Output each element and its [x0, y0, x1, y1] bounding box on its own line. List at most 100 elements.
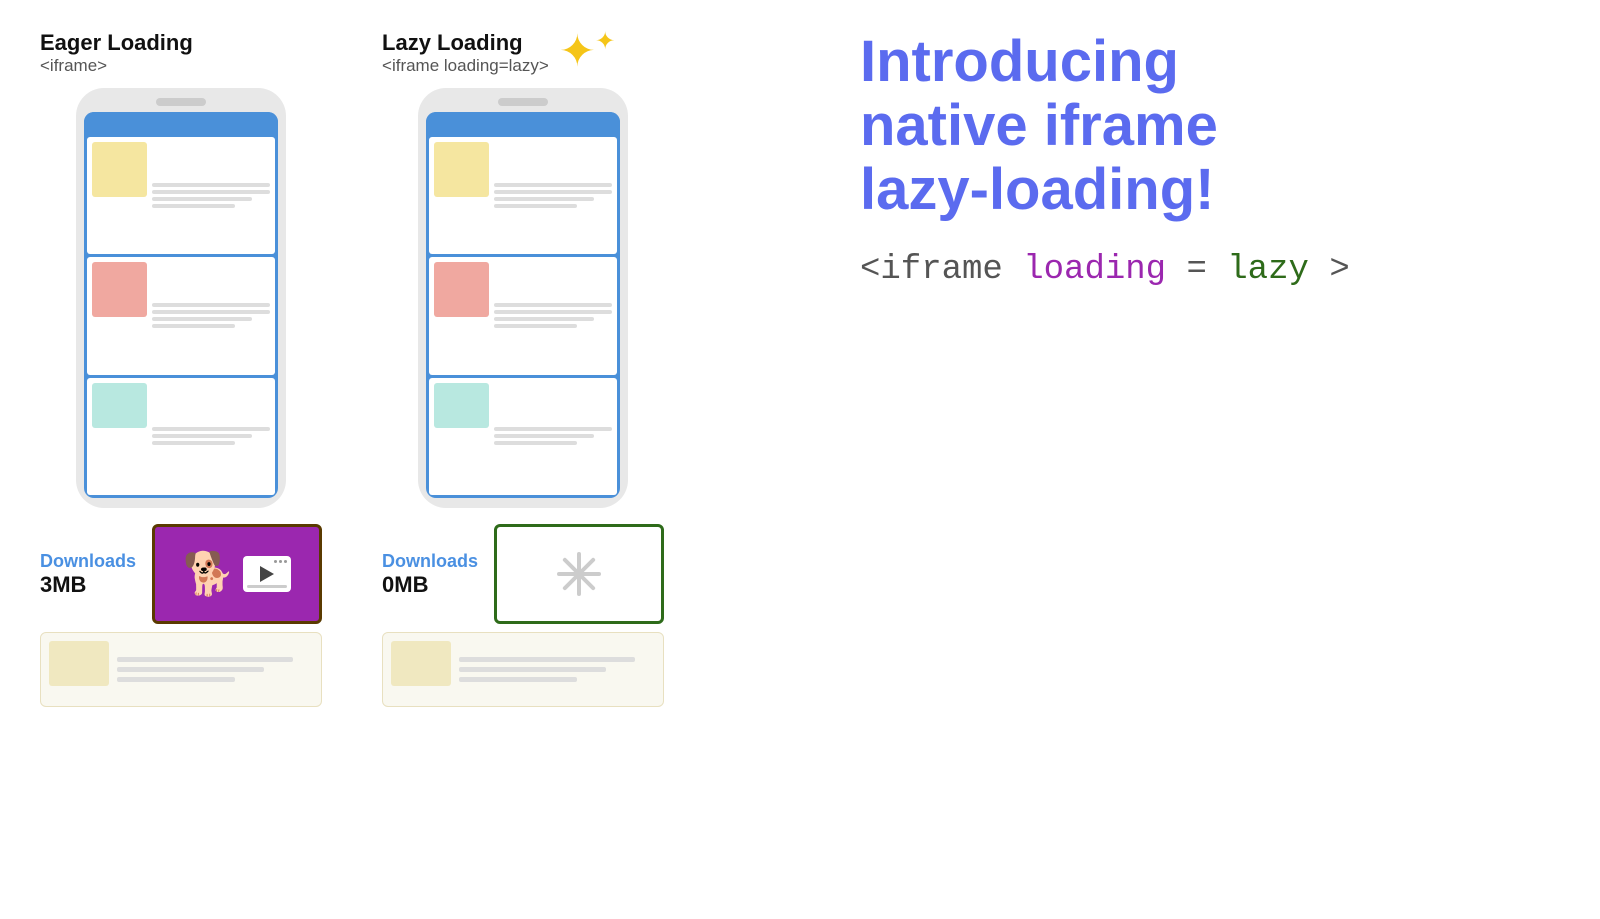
text-line [494, 197, 594, 201]
text-line [494, 183, 612, 187]
text-line [494, 324, 577, 328]
lazy-below-yellow-block [391, 641, 451, 686]
video-box [243, 556, 291, 592]
eager-column: Eager Loading <iframe> [40, 30, 322, 707]
phone-screen [84, 112, 278, 498]
eager-iframe-preview: 🐕 [152, 524, 322, 624]
teal-block-1 [92, 383, 147, 428]
left-section: Eager Loading <iframe> [40, 30, 800, 707]
sparkle-small-icon: ✦ [595, 30, 615, 54]
video-dots [274, 560, 287, 563]
lazy-header-row: Lazy Loading <iframe loading=lazy> ✦ ✦ [382, 30, 664, 76]
eager-downloads-label: Downloads [40, 551, 136, 571]
text-line [152, 434, 252, 438]
eager-label: Eager Loading <iframe> [40, 30, 322, 76]
below-text-line [117, 657, 293, 662]
dot [274, 560, 277, 563]
text-line [494, 441, 577, 445]
dot [279, 560, 282, 563]
lazy-iframe-preview [494, 524, 664, 624]
eager-downloads-size: 3MB [40, 572, 86, 597]
lazy-below-text-lines [459, 641, 655, 698]
below-text-line [117, 677, 235, 682]
intro-line1: Introducing [860, 30, 1560, 94]
lazy-label-text-group: Lazy Loading <iframe loading=lazy> [382, 30, 549, 76]
lazy-phone-screen [426, 112, 620, 498]
text-line [494, 317, 594, 321]
lazy-phone-section-1 [429, 137, 617, 254]
below-section-eager [40, 632, 322, 707]
lazy-phone-content [426, 134, 620, 498]
dog-icon: 🐕 [183, 550, 235, 599]
text-line [494, 204, 577, 208]
code-close-bracket: > [1329, 251, 1349, 289]
eager-download-text: Downloads 3MB [40, 551, 136, 598]
lazy-text-lines-3 [494, 383, 612, 490]
lazy-downloads-label: Downloads [382, 551, 478, 571]
text-line [152, 310, 270, 314]
text-line [152, 324, 235, 328]
text-line [152, 190, 270, 194]
below-text-line [117, 667, 264, 672]
text-line [494, 190, 612, 194]
text-line [152, 197, 252, 201]
text-line [152, 303, 270, 307]
text-line [152, 183, 270, 187]
iframe-inner: 🐕 [183, 550, 291, 599]
text-line [152, 204, 235, 208]
lazy-subtitle: <iframe loading=lazy> [382, 56, 549, 76]
lazy-title: Lazy Loading [382, 30, 549, 56]
below-text-line [459, 667, 606, 672]
eager-download-info: Downloads 3MB 🐕 [40, 524, 322, 624]
phone-section-2 [87, 257, 275, 374]
spinner-icon [554, 549, 604, 599]
video-progress-bar [247, 585, 287, 588]
lazy-phone-notch [498, 98, 548, 106]
below-yellow-block [49, 641, 109, 686]
lazy-column: Lazy Loading <iframe loading=lazy> ✦ ✦ [382, 30, 664, 707]
lazy-phone-header-bar [426, 112, 620, 134]
intro-line2: native iframe [860, 94, 1560, 158]
text-line [494, 427, 612, 431]
lazy-label: Lazy Loading <iframe loading=lazy> ✦ ✦ [382, 30, 664, 76]
text-lines-2 [152, 262, 270, 369]
lazy-download-text: Downloads 0MB [382, 551, 478, 598]
lazy-teal-block-1 [434, 383, 489, 428]
lazy-text-lines-2 [494, 262, 612, 369]
eager-phone [76, 88, 286, 508]
lazy-phone-section-2 [429, 257, 617, 374]
red-block-1 [92, 262, 147, 317]
text-lines-1 [152, 142, 270, 249]
code-snippet: <iframe loading = lazy > [860, 251, 1560, 289]
lazy-below-fold [382, 632, 664, 707]
lazy-phone-section-3 [429, 378, 617, 495]
phone-notch [156, 98, 206, 106]
phone-content [84, 134, 278, 498]
text-line [152, 427, 270, 431]
text-line [494, 310, 612, 314]
play-button-icon [260, 566, 274, 582]
phone-header-bar [84, 112, 278, 134]
right-section: Introducing native iframe lazy-loading! … [800, 30, 1560, 289]
lazy-red-block-1 [434, 262, 489, 317]
phone-section-3 [87, 378, 275, 495]
intro-line3: lazy-loading! [860, 158, 1560, 222]
code-loading-attr: loading [1023, 251, 1166, 289]
code-lazy-value: lazy [1227, 251, 1309, 289]
text-line [152, 441, 235, 445]
below-text-lines [117, 641, 313, 698]
main-container: Eager Loading <iframe> [0, 0, 1600, 919]
lazy-phone [418, 88, 628, 508]
text-lines-3 [152, 383, 270, 490]
below-section-lazy [382, 632, 664, 707]
below-text-line [459, 677, 577, 682]
lazy-yellow-block-1 [434, 142, 489, 197]
text-line [494, 303, 612, 307]
sparkle-big-icon: ✦ [559, 30, 596, 74]
phone-section-1 [87, 137, 275, 254]
text-line [152, 317, 252, 321]
text-line [494, 434, 594, 438]
code-equals-sign: = [1186, 251, 1206, 289]
intro-text-block: Introducing native iframe lazy-loading! [860, 30, 1560, 221]
dot [284, 560, 287, 563]
